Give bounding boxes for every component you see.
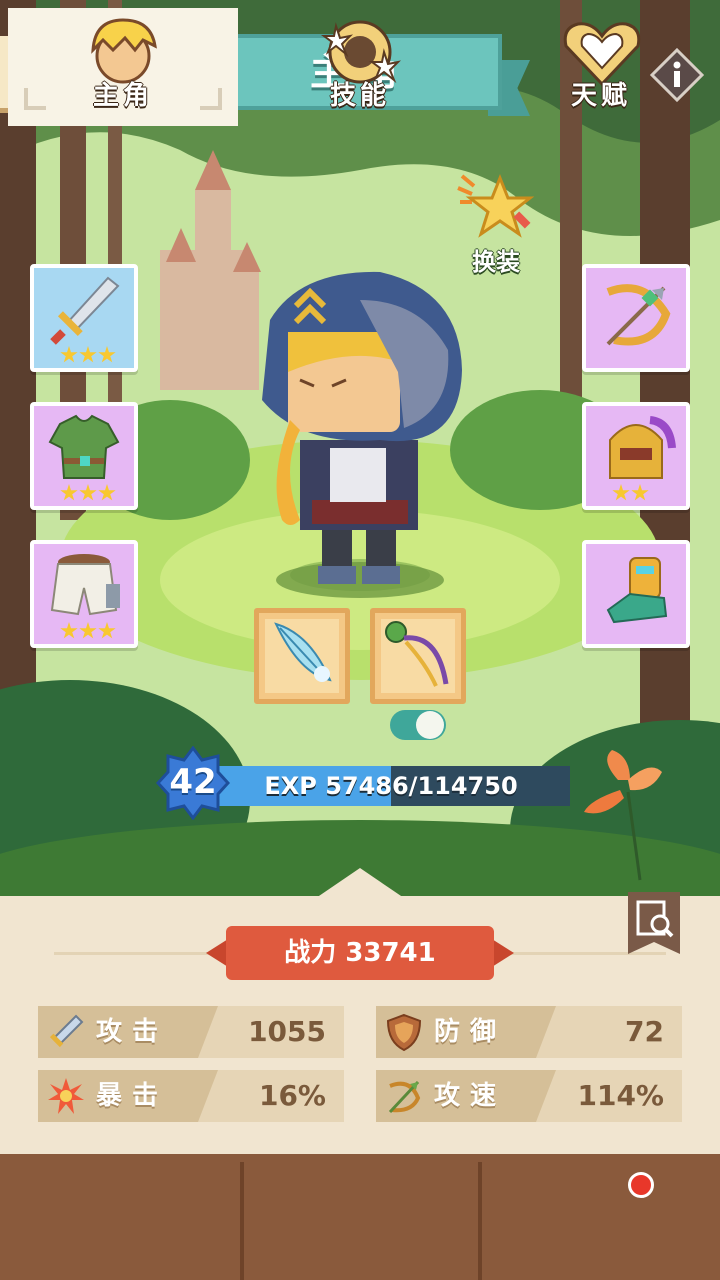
star-icon xyxy=(60,622,78,639)
combat-power: 战力 33741 xyxy=(284,938,436,968)
stat-defense: 防御 72 xyxy=(376,1006,682,1058)
star-icon xyxy=(631,484,649,501)
star-rating xyxy=(60,346,116,364)
feather-blade-icon xyxy=(274,622,332,682)
level-badge: 42 xyxy=(155,745,231,821)
star-outfit-icon xyxy=(457,173,535,238)
stat-name: 攻击 xyxy=(96,1017,169,1047)
star-icon xyxy=(98,484,116,501)
power-ribbon: 战力 33741 xyxy=(206,926,514,980)
equip-slot-boots[interactable] xyxy=(582,540,690,648)
shield-icon xyxy=(386,1013,422,1052)
skill-slot-1[interactable] xyxy=(254,608,350,704)
stat-label-tail xyxy=(536,1006,556,1058)
star-rating xyxy=(60,622,116,640)
pants-icon xyxy=(50,554,120,616)
green-armor-icon xyxy=(48,414,120,479)
tab-hero[interactable]: 主角 xyxy=(8,8,238,126)
equip-slot-armor[interactable] xyxy=(30,402,138,510)
stat-detail-button[interactable] xyxy=(626,890,682,956)
stat-value: 1055 xyxy=(248,1015,326,1048)
equip-slot-weapon[interactable] xyxy=(30,264,138,372)
exp-text: EXP 57486/114750 xyxy=(264,772,518,800)
stat-value: 16% xyxy=(258,1079,326,1112)
star-icon xyxy=(98,622,116,639)
tab-label: 主角 xyxy=(92,81,153,111)
stat-name: 攻速 xyxy=(434,1081,507,1111)
display-toggle[interactable] xyxy=(390,710,446,740)
notification-badge xyxy=(628,1172,654,1198)
exp-bar: EXP 57486/114750 xyxy=(212,766,570,806)
crit-burst-icon xyxy=(48,1078,84,1114)
equip-slot-pants[interactable] xyxy=(30,540,138,648)
stat-label-tail xyxy=(198,1070,218,1122)
level-value: 42 xyxy=(169,762,217,802)
stat-name: 暴击 xyxy=(96,1081,169,1111)
toggle-knob xyxy=(416,711,444,739)
stat-value: 72 xyxy=(625,1015,664,1048)
bottom-nav xyxy=(0,1154,720,1280)
boots-icon xyxy=(606,557,668,624)
crossbow-icon xyxy=(606,284,671,346)
equip-slot-bow[interactable] xyxy=(582,264,690,372)
magnifier-doc-icon xyxy=(628,892,680,954)
stat-label-tail xyxy=(198,1006,218,1058)
star-icon xyxy=(60,484,78,501)
star-rating xyxy=(612,484,649,502)
tab-label: 技能 xyxy=(329,81,390,111)
tab-label: 天赋 xyxy=(570,81,631,111)
star-icon xyxy=(79,622,97,639)
helmet-icon xyxy=(609,416,676,479)
bow-icon xyxy=(388,1080,421,1114)
stat-attack: 攻击 1055 xyxy=(38,1006,344,1058)
change-outfit-label: 换装 xyxy=(472,248,520,276)
stat-crit: 暴击 16% xyxy=(38,1070,344,1122)
stat-name: 防御 xyxy=(434,1017,507,1047)
star-rating xyxy=(60,484,116,502)
bow-staff-icon xyxy=(385,621,449,687)
tab-skills[interactable]: 技能 xyxy=(244,8,476,126)
skill-slot-2[interactable] xyxy=(370,608,466,704)
stat-attack-speed: 攻速 114% xyxy=(376,1070,682,1122)
star-icon xyxy=(79,484,97,501)
sword-icon xyxy=(49,1014,84,1048)
stat-value: 114% xyxy=(577,1079,664,1112)
equip-slot-helmet[interactable] xyxy=(582,402,690,510)
change-outfit-button[interactable]: 换装 xyxy=(446,172,546,276)
sword-icon xyxy=(50,276,120,345)
nav-separator xyxy=(240,1162,244,1280)
star-icon xyxy=(79,346,97,363)
nav-separator xyxy=(478,1162,482,1280)
star-icon xyxy=(98,346,116,363)
stat-label-tail xyxy=(536,1070,556,1122)
tab-talent[interactable]: 天赋 xyxy=(482,8,720,126)
star-icon xyxy=(612,484,630,501)
star-icon xyxy=(60,346,78,363)
